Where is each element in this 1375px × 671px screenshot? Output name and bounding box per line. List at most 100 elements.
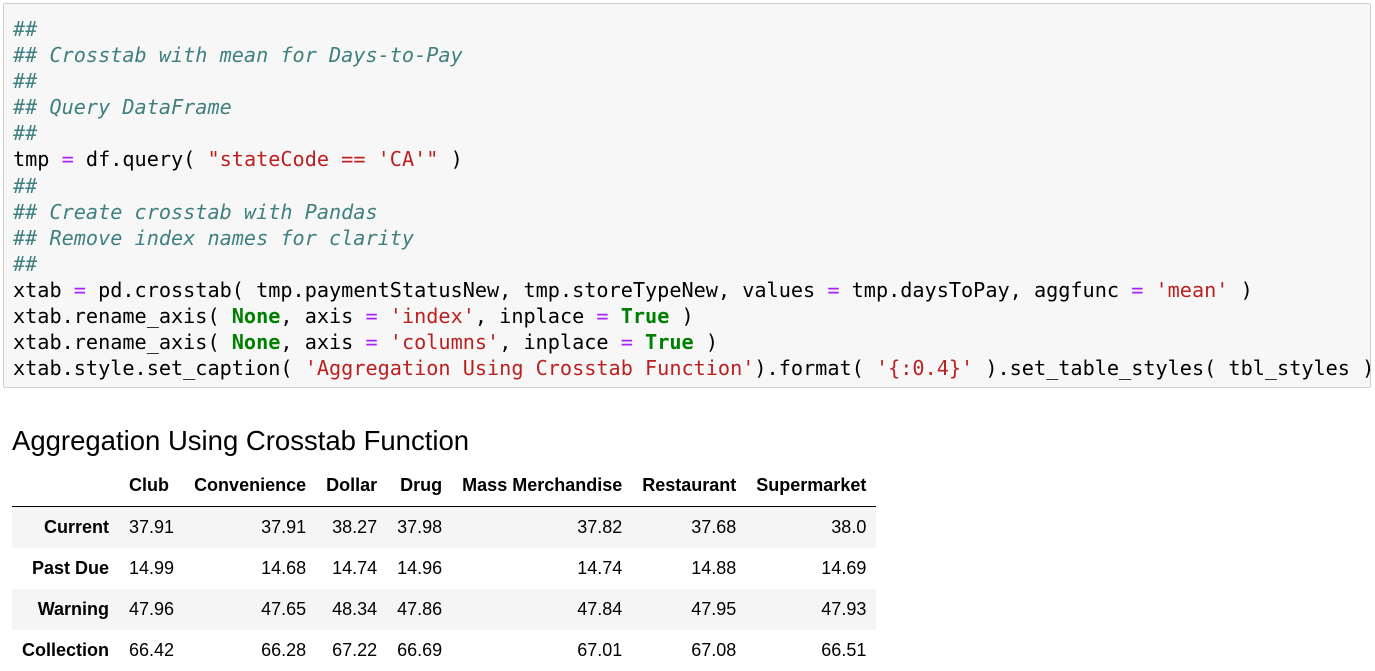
code-token: None [232, 330, 281, 354]
code-token: = [365, 304, 377, 328]
table-body: Current37.9137.9138.2737.9837.8237.6838.… [12, 507, 876, 671]
code-token: tmp.daysToPay, aggfunc [839, 278, 1131, 302]
code-cell[interactable]: #### Crosstab with mean for Days-to-Pay#… [3, 3, 1371, 388]
code-token: ## [13, 69, 37, 93]
code-token: xtab.style.set_caption( [13, 356, 305, 380]
code-line: xtab.style.set_caption( 'Aggregation Usi… [13, 355, 1374, 381]
code-token [378, 330, 390, 354]
table-cell: 66.42 [119, 630, 184, 671]
code-token: = [365, 330, 377, 354]
column-header: Convenience [184, 465, 316, 507]
code-token: = [596, 304, 608, 328]
table-row: Past Due14.9914.6814.7414.9614.7414.8814… [12, 548, 876, 589]
code-token: df.query( [74, 147, 208, 171]
table-cell: 47.84 [452, 589, 632, 630]
code-line: xtab = pd.crosstab( tmp.paymentStatusNew… [13, 277, 1374, 303]
column-header: Mass Merchandise [452, 465, 632, 507]
code-token: ## [13, 17, 37, 41]
table-cell: 14.99 [119, 548, 184, 589]
table-cell: 67.22 [316, 630, 387, 671]
output-area: Aggregation Using Crosstab Function Club… [12, 425, 876, 671]
code-line: ## [13, 68, 1374, 94]
code-line: ## Remove index names for clarity [13, 225, 1374, 251]
code-line: ## [13, 251, 1374, 277]
table-cell: 48.34 [316, 589, 387, 630]
code-line: ## [13, 120, 1374, 146]
table-cell: 38.0 [746, 507, 876, 549]
table-cell: 66.28 [184, 630, 316, 671]
row-header: Current [12, 507, 119, 549]
code-token: ).set_table_styles( tbl_styles ) [973, 356, 1374, 380]
table-cell: 66.69 [387, 630, 452, 671]
code-token: 'index' [390, 304, 475, 328]
code-token: = [827, 278, 839, 302]
column-header: Dollar [316, 465, 387, 507]
column-header: Restaurant [632, 465, 746, 507]
table-row: Collection66.4266.2867.2266.6967.0167.08… [12, 630, 876, 671]
blank-corner-header [12, 465, 119, 507]
table-cell: 67.01 [452, 630, 632, 671]
code-token: ) [1228, 278, 1252, 302]
table-cell: 37.91 [119, 507, 184, 549]
code-token: ## Query DataFrame [13, 95, 232, 119]
code-token: True [621, 304, 670, 328]
column-header: Drug [387, 465, 452, 507]
code-token: = [1131, 278, 1143, 302]
code-token: xtab.rename_axis( [13, 304, 232, 328]
code-token: pd.crosstab( tmp.paymentStatusNew, tmp.s… [86, 278, 827, 302]
code-token: ) [438, 147, 462, 171]
code-token: xtab.rename_axis( [13, 330, 232, 354]
table-header-row: ClubConvenienceDollarDrugMass Merchandis… [12, 465, 876, 507]
code-line: ## [13, 16, 1374, 42]
code-token: , inplace [475, 304, 597, 328]
table-cell: 66.51 [746, 630, 876, 671]
code-line: ## Create crosstab with Pandas [13, 199, 1374, 225]
code-token: = [621, 330, 633, 354]
table-cell: 47.96 [119, 589, 184, 630]
table-cell: 47.65 [184, 589, 316, 630]
code-token [378, 304, 390, 328]
code-token: ## [13, 174, 37, 198]
code-token: ## Create crosstab with Pandas [13, 200, 378, 224]
row-header: Collection [12, 630, 119, 671]
code-line: ## Query DataFrame [13, 94, 1374, 120]
code-token: , axis [280, 304, 365, 328]
code-line: ## [13, 173, 1374, 199]
code-token: , axis [280, 330, 365, 354]
table-cell: 67.08 [632, 630, 746, 671]
table-cell: 14.74 [452, 548, 632, 589]
crosstab-table: ClubConvenienceDollarDrugMass Merchandis… [12, 465, 876, 671]
code-token: 'columns' [390, 330, 499, 354]
code-line: tmp = df.query( "stateCode == 'CA'" ) [13, 146, 1374, 172]
code-token: 'mean' [1156, 278, 1229, 302]
code-token: ) [694, 330, 718, 354]
code-token: ## Remove index names for clarity [13, 226, 414, 250]
code-token [609, 304, 621, 328]
table-cell: 14.68 [184, 548, 316, 589]
code-token: = [74, 278, 86, 302]
code-token: xtab [13, 278, 74, 302]
code-token: "stateCode == 'CA'" [207, 147, 438, 171]
code-editor[interactable]: #### Crosstab with mean for Days-to-Pay#… [13, 16, 1374, 381]
table-row: Current37.9137.9138.2737.9837.8237.6838.… [12, 507, 876, 549]
code-token [1143, 278, 1155, 302]
column-header: Club [119, 465, 184, 507]
table-cell: 14.96 [387, 548, 452, 589]
table-cell: 37.68 [632, 507, 746, 549]
code-token: ).format( [754, 356, 876, 380]
table-caption: Aggregation Using Crosstab Function [12, 425, 876, 457]
table-row: Warning47.9647.6548.3447.8647.8447.9547.… [12, 589, 876, 630]
code-token: tmp [13, 147, 62, 171]
code-line: xtab.rename_axis( None, axis = 'columns'… [13, 329, 1374, 355]
code-token: '{:0.4}' [876, 356, 973, 380]
column-header: Supermarket [746, 465, 876, 507]
table-cell: 14.74 [316, 548, 387, 589]
code-token: None [232, 304, 281, 328]
code-token: = [62, 147, 74, 171]
table-cell: 14.69 [746, 548, 876, 589]
table-cell: 47.93 [746, 589, 876, 630]
code-token: True [645, 330, 694, 354]
code-token: ## [13, 121, 37, 145]
code-token: ## [13, 252, 37, 276]
table-cell: 38.27 [316, 507, 387, 549]
